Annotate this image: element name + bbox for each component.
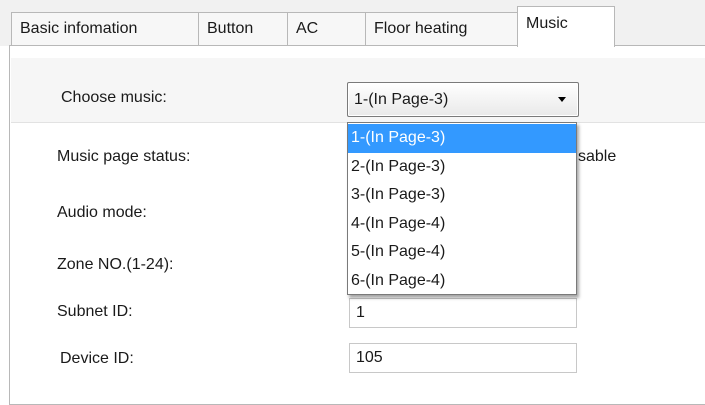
choose-music-selected-value: 1-(In Page-3) [354,91,449,108]
choose-music-dropdown-list[interactable]: 1-(In Page-3) 2-(In Page-3) 3-(In Page-3… [347,122,577,295]
music-page-status-value[interactable]: sable [578,148,616,166]
dropdown-option[interactable]: 2-(In Page-3) [348,153,576,182]
audio-mode-label: Audio mode: [57,204,147,221]
dropdown-option[interactable]: 5-(In Page-4) [348,238,576,267]
tab-button[interactable]: Button [198,12,288,45]
dropdown-option[interactable]: 3-(In Page-3) [348,181,576,210]
zone-no-label: Zone NO.(1-24): [57,256,174,273]
subnet-id-input[interactable]: 1 [349,298,577,328]
tab-bar: Basic infomation Button AC Floor heating… [0,0,705,47]
tab-floor-heating[interactable]: Floor heating [365,12,518,45]
tab-music[interactable]: Music [517,6,615,47]
dropdown-option[interactable]: 4-(In Page-4) [348,210,576,239]
tab-basic-information[interactable]: Basic infomation [11,12,199,45]
subnet-id-label: Subnet ID: [57,303,133,320]
choose-music-label: Choose music: [61,89,167,106]
choose-music-select[interactable]: 1-(In Page-3) [347,82,579,117]
device-id-label: Device ID: [60,350,134,367]
music-page-status-label: Music page status: [57,148,191,165]
device-id-input[interactable]: 105 [349,343,577,373]
chevron-down-icon[interactable] [558,97,566,102]
tab-ac[interactable]: AC [287,12,366,45]
dropdown-option[interactable]: 6-(In Page-4) [348,267,576,296]
dropdown-option[interactable]: 1-(In Page-3) [348,124,576,153]
